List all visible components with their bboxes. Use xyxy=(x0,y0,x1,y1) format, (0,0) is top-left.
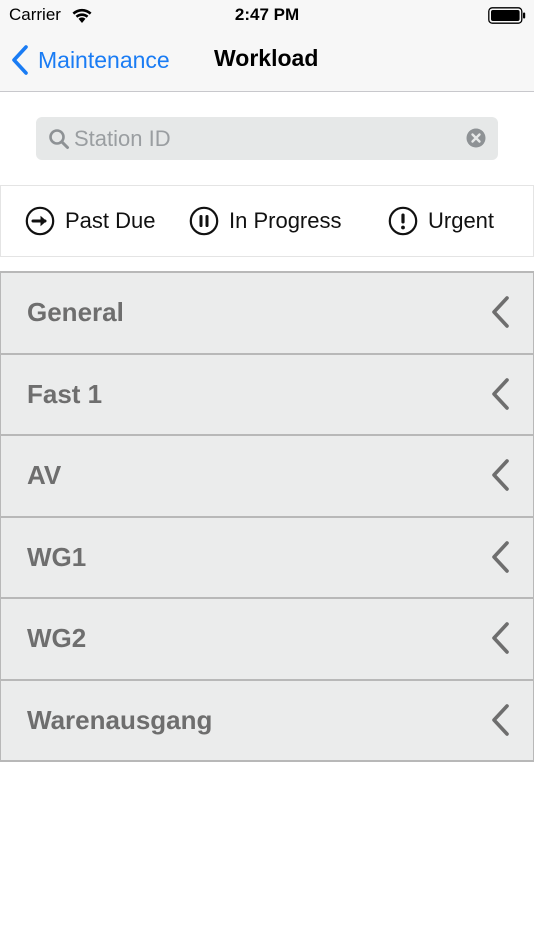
filter-urgent-label: Urgent xyxy=(428,208,495,233)
battery-icon xyxy=(488,7,526,24)
station-row-wg2[interactable]: WG2 xyxy=(0,599,534,681)
chevron-left-icon xyxy=(12,45,28,75)
page-title: Workload xyxy=(214,45,319,71)
station-label: WG1 xyxy=(27,541,87,572)
chevron-left-icon xyxy=(492,622,509,654)
search-box[interactable] xyxy=(36,117,498,160)
status-bar: Carrier 2:47 PM xyxy=(0,0,534,30)
search-area xyxy=(0,92,534,185)
chevron-left-icon xyxy=(492,296,509,328)
pause-circle-icon xyxy=(189,206,219,236)
chevron-left-icon xyxy=(492,459,509,491)
station-row-warenausgang[interactable]: Warenausgang xyxy=(0,680,534,762)
clear-icon[interactable] xyxy=(466,128,486,148)
station-list: General Fast 1 AV WG1 WG2 Warenausgang xyxy=(0,271,534,762)
station-label: AV xyxy=(27,460,62,490)
search-icon xyxy=(49,129,69,149)
station-row-wg1[interactable]: WG1 xyxy=(0,517,534,599)
filter-bar: Past Due In Progress Urgent xyxy=(0,185,534,257)
station-label: Warenausgang xyxy=(27,704,213,735)
chevron-left-icon xyxy=(492,377,509,410)
navigation-bar: Maintenance Workload xyxy=(0,30,534,92)
chevron-left-icon xyxy=(492,703,509,736)
station-row-fast-1[interactable]: Fast 1 xyxy=(0,354,534,436)
back-button[interactable]: Maintenance xyxy=(10,42,170,78)
station-label: Fast 1 xyxy=(27,378,103,409)
station-row-av[interactable]: AV xyxy=(0,436,534,518)
station-row-general[interactable]: General xyxy=(0,273,534,355)
arrow-right-circle-icon xyxy=(25,206,55,236)
clock: 2:47 PM xyxy=(234,5,300,24)
filter-urgent-button[interactable]: Urgent xyxy=(388,205,494,237)
filter-in-progress-label: In Progress xyxy=(229,208,342,233)
search-input[interactable] xyxy=(74,117,454,160)
back-button-label: Maintenance xyxy=(38,46,170,73)
filter-past-due-label: Past Due xyxy=(65,208,156,233)
chevron-left-icon xyxy=(492,540,509,573)
screen: Carrier 2:47 PM Maintenance Workload Sta… xyxy=(0,0,534,950)
station-label: WG2 xyxy=(27,623,87,653)
station-label: General xyxy=(27,297,124,327)
exclamation-circle-icon xyxy=(388,206,418,236)
filter-in-progress-button[interactable]: In Progress xyxy=(189,205,342,237)
filter-past-due-button[interactable]: Past Due xyxy=(25,205,156,237)
